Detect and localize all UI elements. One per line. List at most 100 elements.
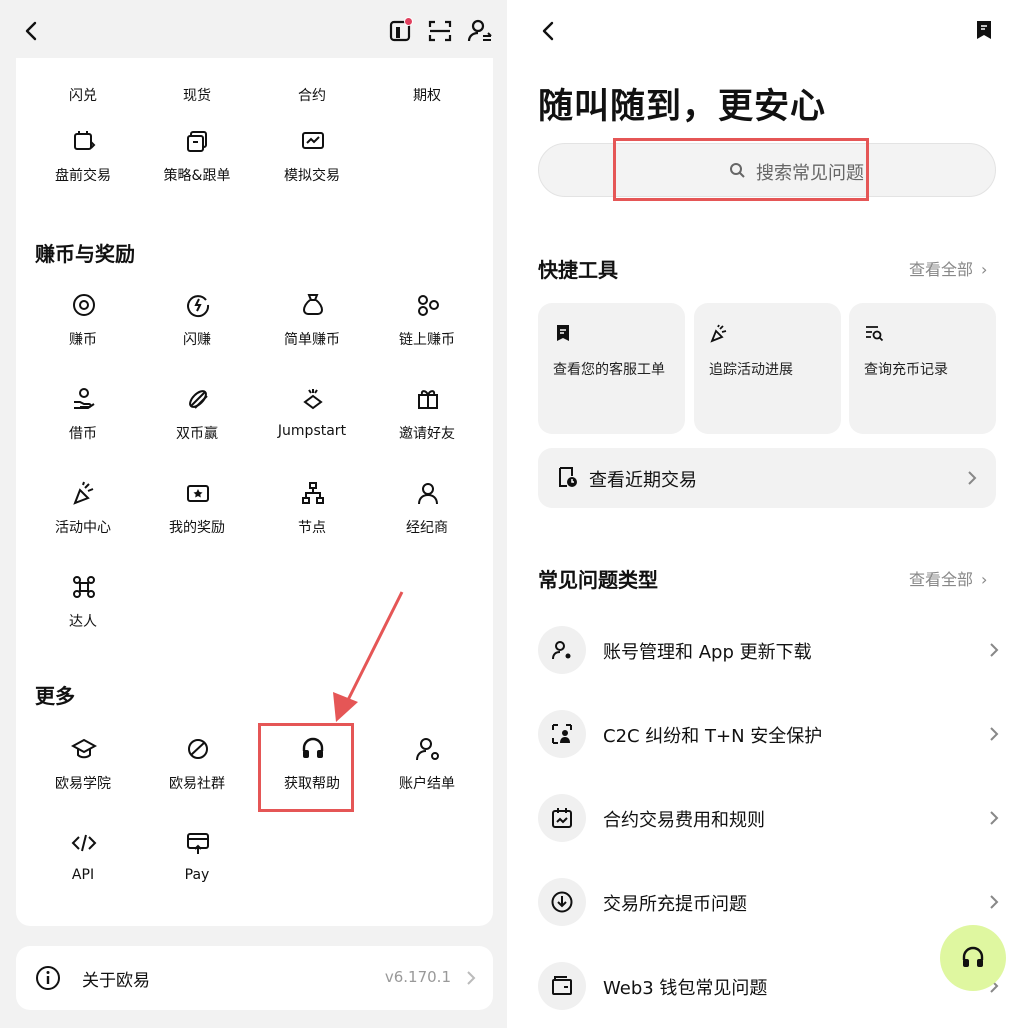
demo-trading-icon <box>300 128 326 154</box>
grid-item-invite[interactable]: 邀请好友 <box>367 386 487 466</box>
grid-item-loan[interactable]: 借币 <box>23 386 143 466</box>
info-icon <box>34 964 62 992</box>
grid-item-master[interactable]: 达人 <box>23 574 143 654</box>
page-title: 随叫随到，更安心 <box>538 87 827 127</box>
faq-label: 账号管理和 App 更新下载 <box>603 642 812 663</box>
grid-item-academy[interactable]: 欧易学院 <box>23 736 143 816</box>
quick-tools-view-all[interactable]: 查看全部 › <box>909 256 987 280</box>
grid-label: 节点 <box>298 520 326 536</box>
chevron-right-icon <box>966 468 978 488</box>
grid-label: 盘前交易 <box>55 168 111 184</box>
grid-item-premarket[interactable]: 盘前交易 <box>23 128 143 208</box>
grid-item-community[interactable]: 欧易社群 <box>137 736 257 816</box>
services-card: 闪兑 现货 合约 期权 盘前交易 策略&跟单 模拟交易 赚币与奖励 赚币 闪赚 <box>16 58 493 926</box>
account-switch-icon[interactable] <box>465 16 495 46</box>
jumpstart-icon <box>300 386 326 412</box>
highlight-box-search <box>613 138 869 201</box>
grid-label: 达人 <box>69 614 97 630</box>
grid-item-flash-earn[interactable]: 闪赚 <box>137 292 257 372</box>
grid-item-dual-invest[interactable]: 双币赢 <box>137 386 257 466</box>
grid-label: 策略&跟单 <box>163 168 231 184</box>
grid-label: Jumpstart <box>277 423 347 439</box>
faq-types-title: 常见问题类型 <box>538 568 658 592</box>
recent-transactions-row[interactable]: 查看近期交易 <box>538 448 996 508</box>
onchain-icon <box>415 292 441 318</box>
recent-transactions-label: 查看近期交易 <box>589 470 697 491</box>
faq-label: 合约交易费用和规则 <box>603 810 765 831</box>
grid-item-simple-earn[interactable]: 简单赚币 <box>252 292 372 372</box>
faq-item-futures-fees[interactable]: 合约交易费用和规则 <box>538 788 1000 848</box>
grid-item-api[interactable]: API <box>23 830 143 910</box>
grid-item-demo-trading[interactable]: 模拟交易 <box>252 128 372 208</box>
user-settings-icon <box>550 638 574 662</box>
chevron-right-icon <box>465 968 477 988</box>
ticket-icon <box>553 323 573 343</box>
chevron-right-icon <box>988 808 1000 828</box>
notification-dot <box>404 17 413 26</box>
faq-icon-circle <box>538 962 586 1010</box>
grid-item-events[interactable]: 活动中心 <box>23 480 143 560</box>
code-icon <box>71 830 97 856</box>
grid-item-spot[interactable]: 现货 <box>137 48 257 128</box>
grid-item-my-rewards[interactable]: 我的奖励 <box>137 480 257 560</box>
grid-label: 双币赢 <box>176 426 218 442</box>
grid-label: 模拟交易 <box>284 168 340 184</box>
scan-icon[interactable] <box>425 16 455 46</box>
tool-support-tickets[interactable]: 查看您的客服工单 <box>538 303 685 434</box>
dual-invest-icon <box>185 386 211 412</box>
tool-label: 查询充币记录 <box>864 362 948 378</box>
grid-item-onchain-earn[interactable]: 链上赚币 <box>367 292 487 372</box>
back-arrow-icon[interactable] <box>20 18 44 44</box>
help-center-panel: 随叫随到，更安心 搜索常见问题 快捷工具 查看全部 › 查看您的客服工单 追踪活动… <box>507 0 1022 1028</box>
faq-icon-circle <box>538 710 586 758</box>
download-circle-icon <box>550 890 574 914</box>
grid-item-nodes[interactable]: 节点 <box>252 480 372 560</box>
about-row[interactable]: 关于欧易 v6.170.1 <box>16 946 493 1010</box>
tool-track-events[interactable]: 追踪活动进展 <box>694 303 841 434</box>
faq-icon-circle <box>538 878 586 926</box>
account-statement-icon <box>415 736 441 762</box>
calendar-chart-icon <box>550 806 574 830</box>
grid-item-options[interactable]: 期权 <box>367 48 487 128</box>
grid-item-futures[interactable]: 合约 <box>252 48 372 128</box>
faq-label: C2C 纠纷和 T+N 安全保护 <box>603 726 823 747</box>
strategy-icon <box>185 128 211 154</box>
wallet-icon <box>550 974 574 998</box>
customer-support-fab[interactable] <box>940 925 1006 991</box>
about-label: 关于欧易 <box>82 971 150 991</box>
chevron-right-icon <box>988 724 1000 744</box>
back-arrow-icon[interactable] <box>537 18 561 44</box>
grid-label: 经纪商 <box>406 520 448 536</box>
grid-label: 赚币 <box>69 332 97 348</box>
party-popper-icon <box>709 323 729 343</box>
tool-deposit-records[interactable]: 查询充币记录 <box>849 303 996 434</box>
faq-item-deposit-withdraw[interactable]: 交易所充提币问题 <box>538 872 1000 932</box>
faq-icon-circle <box>538 626 586 674</box>
highlight-box-get-help <box>258 723 354 812</box>
faq-view-all[interactable]: 查看全部 › <box>909 566 987 590</box>
grid-item-jumpstart[interactable]: Jumpstart <box>252 386 372 466</box>
grid-item-statement[interactable]: 账户结单 <box>367 736 487 816</box>
faq-item-c2c[interactable]: C2C 纠纷和 T+N 安全保护 <box>538 704 1000 764</box>
ticket-icon[interactable] <box>973 18 995 42</box>
graduation-cap-icon <box>71 736 97 762</box>
grid-item-strategy[interactable]: 策略&跟单 <box>137 128 257 208</box>
section-title-earn: 赚币与奖励 <box>35 242 135 266</box>
faq-item-account[interactable]: 账号管理和 App 更新下载 <box>538 620 1000 680</box>
headset-icon <box>960 945 986 971</box>
faq-item-web3-wallet[interactable]: Web3 钱包常见问题 <box>538 956 1000 1016</box>
command-icon <box>71 574 97 600</box>
grid-label: Pay <box>184 867 210 883</box>
grid-item-broker[interactable]: 经纪商 <box>367 480 487 560</box>
grid-item-convert[interactable]: 闪兑 <box>23 48 143 128</box>
party-popper-icon <box>71 480 97 506</box>
section-title-more: 更多 <box>35 684 75 708</box>
grid-item-earn[interactable]: 赚币 <box>23 292 143 372</box>
planet-icon <box>185 736 211 762</box>
gift-icon <box>415 386 441 412</box>
grid-label: API <box>71 867 95 883</box>
chevron-right-icon <box>988 892 1000 912</box>
flash-earn-icon <box>185 292 211 318</box>
grid-item-pay[interactable]: Pay <box>137 830 257 910</box>
premarket-icon <box>71 128 97 154</box>
